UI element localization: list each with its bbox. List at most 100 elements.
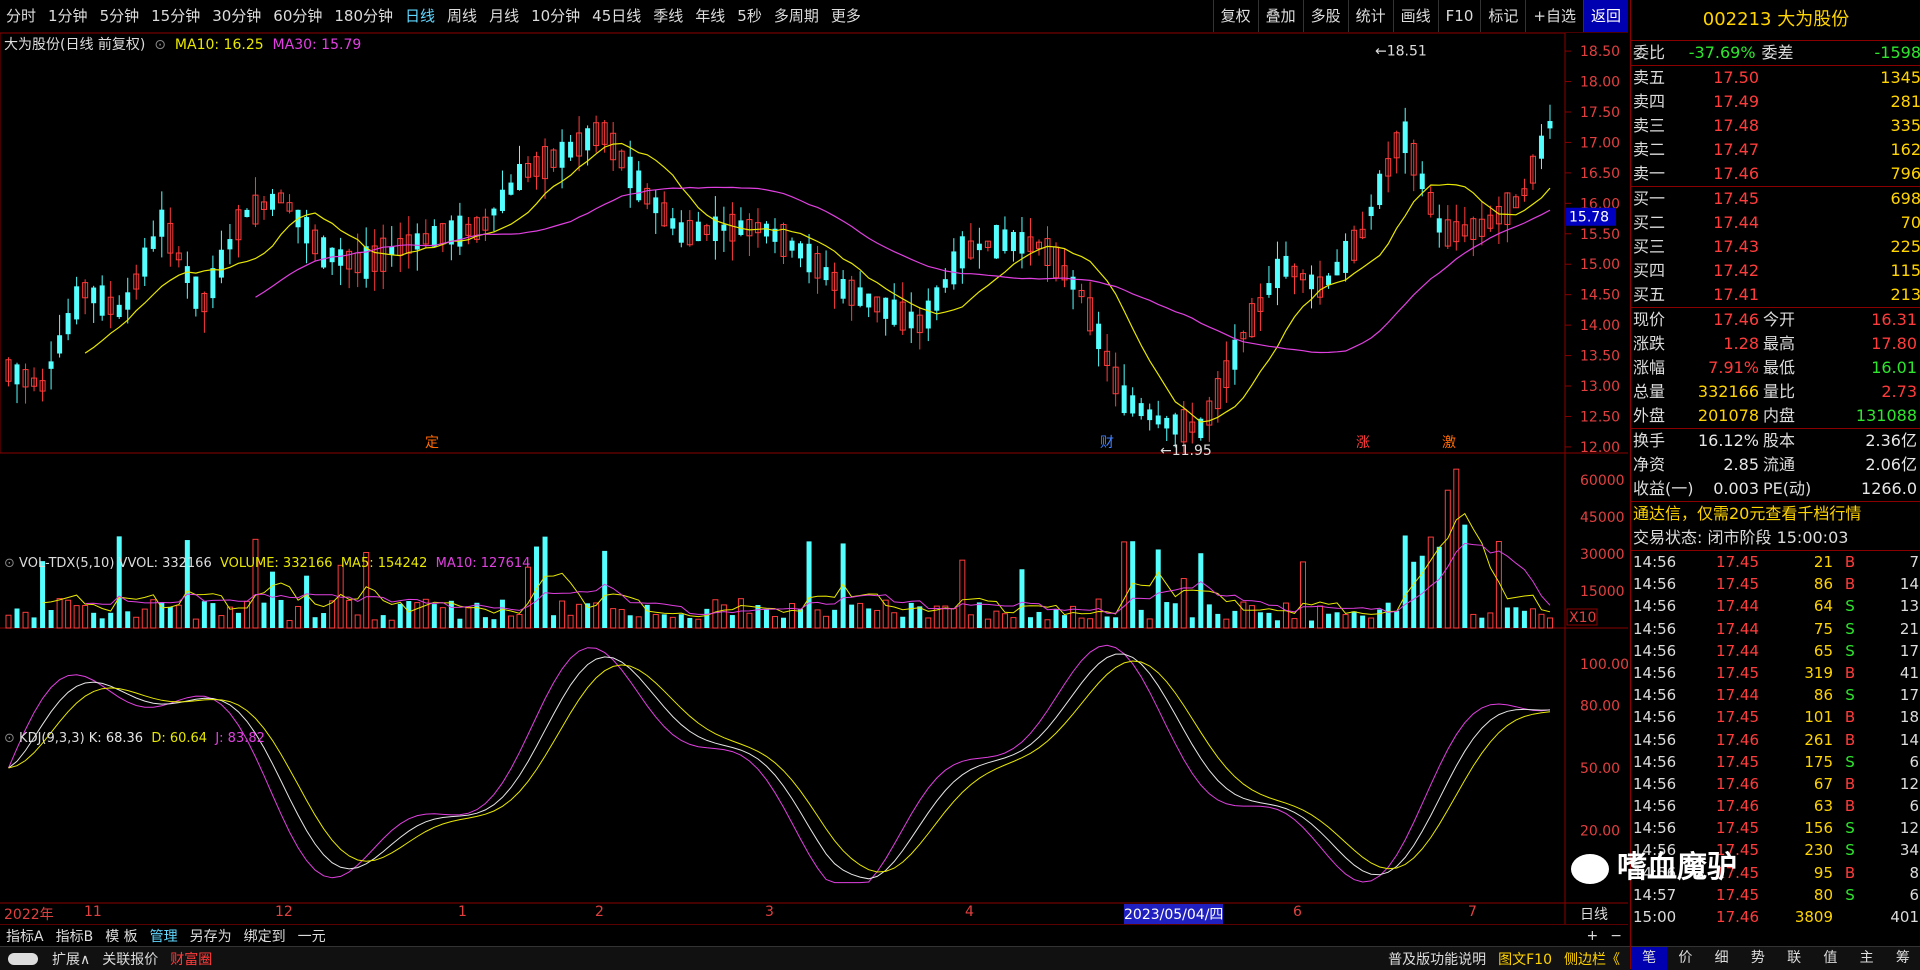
side-tab[interactable]: 主 bbox=[1849, 947, 1885, 970]
status-link[interactable]: 普及版功能说明 bbox=[1382, 949, 1492, 969]
period-button[interactable]: 180分钟 bbox=[328, 0, 399, 32]
stock-title: 大为股份(日线 前复权) bbox=[4, 37, 146, 53]
volume-bar bbox=[832, 609, 838, 628]
stat-row: 净资 2.85 流通 2.06亿 bbox=[1633, 455, 1917, 474]
order-book-row[interactable]: 买二 17.44 70 bbox=[1631, 211, 1920, 235]
candle-body bbox=[99, 285, 105, 316]
volume-bar bbox=[218, 615, 225, 629]
volume-bar bbox=[397, 603, 403, 628]
y-tick-label: 12.50 bbox=[1580, 409, 1620, 425]
period-button[interactable]: 季线 bbox=[647, 0, 689, 32]
volume-bar bbox=[1504, 607, 1510, 628]
period-button[interactable]: 分时 bbox=[0, 0, 42, 32]
side-tab[interactable]: 值 bbox=[1812, 947, 1848, 970]
volume-bar bbox=[567, 614, 574, 629]
status-tab[interactable]: 关联报价 bbox=[96, 949, 164, 969]
volume-bar bbox=[1215, 613, 1221, 628]
indicator-tab[interactable]: 指标B bbox=[50, 926, 100, 946]
side-tab[interactable]: 筹 bbox=[1885, 947, 1920, 970]
candle-body bbox=[1419, 173, 1425, 190]
indicator-tab[interactable]: 另存为 bbox=[184, 926, 238, 946]
volume-bar bbox=[1146, 618, 1153, 629]
tool-button[interactable]: 标记 bbox=[1480, 0, 1525, 32]
zoom-out-button[interactable]: − bbox=[1604, 928, 1628, 944]
indicator-tab[interactable]: 绑定到 bbox=[238, 926, 292, 946]
order-book-row[interactable]: 买三 17.43 225 bbox=[1631, 235, 1920, 259]
side-tab[interactable]: 势 bbox=[1740, 947, 1776, 970]
period-button[interactable]: 10分钟 bbox=[525, 0, 586, 32]
tool-button[interactable]: 返回 bbox=[1582, 0, 1628, 32]
tool-button[interactable]: +自选 bbox=[1525, 0, 1583, 32]
period-button[interactable]: 1分钟 bbox=[42, 0, 94, 32]
order-book-row[interactable]: 买四 17.42 115 bbox=[1631, 259, 1920, 283]
settings-icon[interactable]: ⊙ bbox=[150, 37, 171, 53]
tool-button[interactable]: 叠加 bbox=[1257, 0, 1303, 32]
volume-bar bbox=[499, 599, 505, 628]
order-book-row[interactable]: 卖一 17.46 796 bbox=[1631, 162, 1920, 186]
tool-button[interactable]: 画线 bbox=[1392, 0, 1438, 32]
period-button[interactable]: 45日线 bbox=[586, 0, 647, 32]
period-button[interactable]: 多周期 bbox=[768, 0, 825, 32]
period-button[interactable]: 5分钟 bbox=[94, 0, 146, 32]
side-tab[interactable]: 细 bbox=[1704, 947, 1740, 970]
order-book-row[interactable]: 卖五 17.50 1345 bbox=[1631, 66, 1920, 90]
status-tab[interactable]: 财富圈 bbox=[164, 949, 218, 969]
period-button[interactable]: 60分钟 bbox=[267, 0, 328, 32]
period-button[interactable]: 日线 bbox=[399, 0, 441, 32]
volume-bar bbox=[304, 575, 310, 628]
indicator-tab[interactable]: 管理 bbox=[144, 926, 184, 946]
settings-icon: ⊙ bbox=[4, 556, 15, 571]
period-button[interactable]: 年线 bbox=[689, 0, 731, 32]
tool-button[interactable]: 复权 bbox=[1212, 0, 1258, 32]
period-toolbar: 分时 1分钟 5分钟 15分钟 30分钟 60分钟 180分钟 日线 周线 月线 10分钟 45日线季… bbox=[0, 0, 1628, 33]
side-tab[interactable]: 笔 bbox=[1631, 947, 1668, 970]
volume-bar bbox=[1266, 612, 1272, 628]
candle-body bbox=[789, 240, 795, 251]
candlestick-chart[interactable]: 18.5018.0017.5017.0016.5016.0015.5015.00… bbox=[0, 33, 1628, 925]
tick-row: 14:56 17.44 64 S 13 bbox=[1633, 597, 1919, 616]
candle-body bbox=[1147, 409, 1153, 421]
status-link[interactable]: 图文F10 bbox=[1492, 949, 1558, 969]
period-button[interactable]: 30分钟 bbox=[206, 0, 267, 32]
volume-bar bbox=[141, 608, 148, 629]
volume-bar bbox=[1282, 602, 1289, 629]
candle-body bbox=[891, 299, 897, 325]
stat-row: 外盘 201078 内盘 131088 bbox=[1633, 406, 1917, 425]
side-tab[interactable]: 价 bbox=[1667, 947, 1703, 970]
volume-bar bbox=[602, 550, 608, 628]
vol-ma10-label: MA10: 127614 bbox=[435, 556, 531, 571]
volume-bar bbox=[1513, 607, 1519, 628]
status-link[interactable]: 侧边栏《 bbox=[1558, 949, 1626, 969]
status-tab[interactable]: 扩展∧ bbox=[46, 949, 96, 969]
candle-body bbox=[1436, 218, 1442, 233]
period-button[interactable]: 周线 bbox=[441, 0, 483, 32]
candle-body bbox=[218, 249, 224, 278]
indicator-tab[interactable]: 指标A bbox=[0, 926, 50, 946]
event-marker: 定 bbox=[425, 435, 439, 451]
order-book-row[interactable]: 买五 17.41 213 bbox=[1631, 283, 1920, 307]
tool-button[interactable]: 多股 bbox=[1302, 0, 1348, 32]
period-button[interactable]: 月线 bbox=[483, 0, 525, 32]
volume-bar bbox=[993, 610, 1000, 629]
volume-bar bbox=[184, 540, 190, 628]
volume-bar bbox=[917, 606, 923, 628]
period-button[interactable]: 15分钟 bbox=[145, 0, 206, 32]
period-button[interactable]: 更多 bbox=[825, 0, 867, 32]
volume-bar bbox=[295, 605, 302, 629]
order-book-row[interactable]: 卖三 17.48 335 bbox=[1631, 114, 1920, 138]
toggle-switch[interactable] bbox=[8, 952, 38, 965]
order-book-row[interactable]: 卖四 17.49 281 bbox=[1631, 90, 1920, 114]
indicator-tab[interactable]: 模 板 bbox=[99, 926, 143, 946]
volume-bar bbox=[1291, 618, 1298, 629]
promo-link[interactable]: 通达信，仅需20元查看千档行情 bbox=[1631, 501, 1920, 526]
indicator-tab[interactable]: 一元 bbox=[292, 926, 332, 946]
order-book-row[interactable]: 买一 17.45 698 bbox=[1631, 187, 1920, 211]
side-tab[interactable]: 联 bbox=[1776, 947, 1812, 970]
volume-bar bbox=[516, 614, 523, 629]
candle-body bbox=[1368, 206, 1374, 217]
order-book-row[interactable]: 卖二 17.47 162 bbox=[1631, 138, 1920, 162]
zoom-in-button[interactable]: + bbox=[1581, 928, 1605, 944]
period-button[interactable]: 5秒 bbox=[731, 0, 768, 32]
tool-button[interactable]: 统计 bbox=[1347, 0, 1393, 32]
tool-button[interactable]: F10 bbox=[1437, 0, 1481, 32]
